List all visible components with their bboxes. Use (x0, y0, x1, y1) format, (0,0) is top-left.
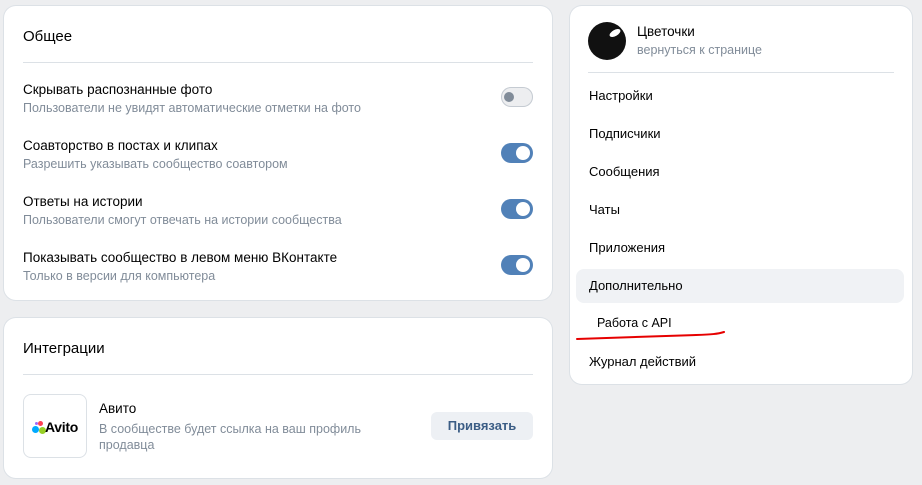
nav-item-label: Журнал действий (589, 354, 697, 369)
toggle-knob (516, 258, 530, 272)
community-nav-card: Цветочки вернуться к странице Настройки … (570, 6, 912, 384)
back-to-page-link[interactable]: вернуться к странице (637, 43, 762, 57)
toggle-knob (516, 202, 530, 216)
integration-description: В сообществе будет ссылка на ваш профиль… (99, 422, 361, 452)
nav-item-label: Приложения (589, 240, 666, 255)
avito-logo-text: Avito (45, 419, 78, 435)
setting-story-replies: Ответы на истории Пользователи смогут от… (23, 194, 533, 234)
nav-item-label: Подписчики (589, 126, 661, 141)
divider (23, 62, 533, 63)
setting-description: Пользователи не увидят автоматические от… (23, 101, 361, 115)
divider (23, 374, 533, 375)
nav-item-messages[interactable]: Сообщения (576, 155, 904, 189)
setting-hide-recognized-photos: Скрывать распознанные фото Пользователи … (23, 82, 533, 122)
nav-item-label: Чаты (589, 202, 620, 217)
avatar[interactable] (588, 22, 626, 60)
nav-item-label: Сообщения (589, 164, 660, 179)
setting-title: Ответы на истории (23, 194, 143, 209)
show-in-left-menu-toggle[interactable] (501, 255, 533, 275)
general-settings-card: Общее Скрывать распознанные фото Пользов… (4, 6, 552, 300)
hide-recognized-photos-toggle[interactable] (501, 87, 533, 107)
avito-logo: Avito (23, 394, 87, 458)
setting-description: Только в версии для компьютера (23, 269, 216, 283)
general-title: Общее (23, 28, 73, 45)
nav-item-advanced[interactable]: Дополнительно (576, 269, 904, 303)
nav-item-action-log[interactable]: Журнал действий (576, 345, 904, 379)
nav-item-label: Работа с API (597, 316, 672, 330)
nav-item-apps[interactable]: Приложения (576, 231, 904, 265)
integration-name: Авито (99, 401, 137, 416)
integrations-card: Интеграции Avito Авито В сообществе буде… (4, 318, 552, 478)
setting-show-in-left-menu: Показывать сообщество в левом меню ВКонт… (23, 250, 533, 290)
toggle-knob (504, 92, 514, 102)
setting-coauthorship: Соавторство в постах и клипах Разрешить … (23, 138, 533, 178)
setting-title: Показывать сообщество в левом меню ВКонт… (23, 250, 338, 265)
coauthorship-toggle[interactable] (501, 143, 533, 163)
nav-item-label: Настройки (589, 88, 653, 103)
red-underline-annotation (576, 331, 725, 340)
setting-title: Скрывать распознанные фото (23, 82, 213, 97)
setting-description: Пользователи смогут отвечать на истории … (23, 213, 342, 227)
connect-button[interactable]: Привязать (431, 412, 533, 440)
nav-item-subscribers[interactable]: Подписчики (576, 117, 904, 151)
group-name: Цветочки (637, 24, 695, 39)
nav-item-settings[interactable]: Настройки (576, 79, 904, 113)
setting-title: Соавторство в постах и клипах (23, 138, 218, 153)
avito-dots-icon (32, 421, 46, 435)
story-replies-toggle[interactable] (501, 199, 533, 219)
divider (588, 72, 894, 73)
setting-description: Разрешить указывать сообщество соавтором (23, 157, 288, 171)
nav-item-chats[interactable]: Чаты (576, 193, 904, 227)
nav-item-label: Дополнительно (589, 278, 683, 293)
integrations-title: Интеграции (23, 340, 105, 357)
toggle-knob (516, 146, 530, 160)
